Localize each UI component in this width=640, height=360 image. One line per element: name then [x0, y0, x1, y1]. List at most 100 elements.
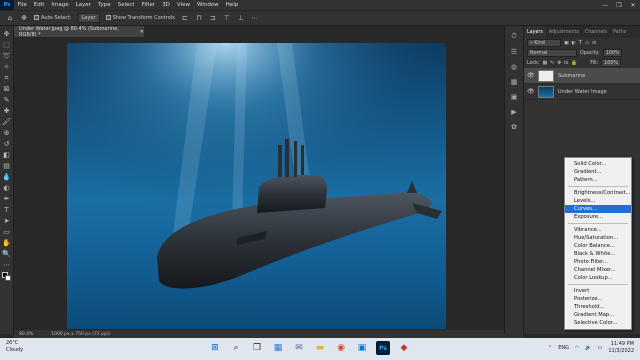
- menu-item-exposure[interactable]: Exposure...: [565, 213, 631, 221]
- menu-filter[interactable]: Filter: [138, 2, 159, 8]
- visibility-eye-icon[interactable]: 👁: [527, 88, 535, 95]
- marquee-tool-icon[interactable]: ⬚: [2, 41, 11, 49]
- clone-stamp-icon[interactable]: ⊕: [2, 129, 11, 137]
- menu-layer[interactable]: Layer: [72, 2, 94, 8]
- menu-file[interactable]: File: [14, 2, 30, 8]
- align-middle-icon[interactable]: ⊥: [237, 14, 245, 22]
- store-icon[interactable]: ▣: [355, 341, 369, 355]
- opacity-input[interactable]: 100%: [602, 49, 623, 57]
- teams-chat-icon[interactable]: ✉: [292, 341, 306, 355]
- search-icon[interactable]: ⌕: [229, 341, 243, 355]
- tab-paths[interactable]: Paths: [610, 30, 629, 35]
- filter-adjustment-icon[interactable]: ◐: [572, 41, 576, 46]
- document-info[interactable]: 1000 px x 750 px (72 ppi): [51, 332, 110, 337]
- windows-start-icon[interactable]: ⊞: [208, 341, 222, 355]
- maximize-button[interactable]: ❐: [612, 0, 626, 10]
- task-view-icon[interactable]: ❐: [250, 341, 264, 355]
- menu-item-gradient-map[interactable]: Gradient Map...: [565, 311, 631, 319]
- menu-view[interactable]: View: [173, 2, 193, 8]
- document-tab[interactable]: Under Water.jpeg @ 80.4% (Submarine, RGB…: [14, 26, 144, 38]
- menu-item-threshold[interactable]: Threshold...: [565, 303, 631, 311]
- minimize-button[interactable]: —: [598, 0, 612, 10]
- align-top-icon[interactable]: ⊤: [223, 14, 231, 22]
- photoshop-logo[interactable]: Ps: [0, 0, 14, 10]
- menu-item-curves[interactable]: Curves...: [565, 205, 631, 213]
- menu-edit[interactable]: Edit: [30, 2, 48, 8]
- widgets-icon[interactable]: ▦: [271, 341, 285, 355]
- volume-icon[interactable]: 🔊: [585, 345, 591, 351]
- weather-widget[interactable]: 26°C Cloudy: [6, 340, 23, 354]
- tab-adjustments[interactable]: Adjustments: [546, 30, 582, 35]
- blend-mode-dropdown[interactable]: Normal: [527, 49, 577, 57]
- language-indicator[interactable]: ENG: [558, 345, 569, 351]
- lock-pixels-icon[interactable]: ▦: [543, 61, 548, 66]
- filter-type-icon[interactable]: T: [579, 41, 582, 46]
- magic-wand-icon[interactable]: ✧: [2, 63, 11, 71]
- show-transform-checkbox[interactable]: Show Transform Controls: [105, 15, 175, 21]
- menu-item-brightness-contrast[interactable]: Brightness/Contrast...: [565, 189, 631, 197]
- auto-select-checkbox[interactable]: Auto-Select:: [34, 15, 72, 21]
- healing-brush-icon[interactable]: ✚: [2, 107, 11, 115]
- photoshop-taskbar-icon[interactable]: Ps: [376, 341, 390, 355]
- lock-artboard-icon[interactable]: ⊡: [564, 61, 568, 66]
- menu-item-levels[interactable]: Levels...: [565, 197, 631, 205]
- document-canvas[interactable]: [67, 43, 446, 329]
- menu-item-vibrance[interactable]: Vibrance...: [565, 226, 631, 234]
- menu-item-selective-color[interactable]: Selective Color...: [565, 319, 631, 327]
- zoom-level[interactable]: 80.4%: [19, 332, 33, 337]
- eraser-icon[interactable]: ◧: [2, 151, 11, 159]
- menu-select[interactable]: Select: [114, 2, 138, 8]
- align-right-icon[interactable]: ⊐: [209, 14, 217, 22]
- close-tab-icon[interactable]: ✕: [140, 29, 144, 35]
- distribute-icon[interactable]: ⋯: [251, 14, 259, 22]
- file-explorer-icon[interactable]: ▬: [313, 341, 327, 355]
- eyedropper-icon[interactable]: ✎: [2, 96, 11, 104]
- home-icon[interactable]: ⌂: [6, 14, 14, 22]
- chrome-icon[interactable]: ◉: [334, 341, 348, 355]
- crop-tool-icon[interactable]: ⌗: [2, 74, 11, 82]
- gradient-tool-icon[interactable]: ▤: [2, 162, 11, 170]
- filter-pixel-icon[interactable]: ▣: [564, 41, 569, 46]
- dodge-tool-icon[interactable]: ◐: [2, 184, 11, 192]
- pen-tool-icon[interactable]: ✒: [2, 195, 11, 203]
- history-icon[interactable]: ⏱: [511, 32, 516, 41]
- menu-item-channel-mixer[interactable]: Channel Mixer...: [565, 266, 631, 274]
- properties-icon[interactable]: ☰: [511, 48, 517, 56]
- lock-position-icon[interactable]: ✥: [557, 61, 561, 66]
- color-icon[interactable]: ◍: [511, 63, 517, 71]
- menu-3d[interactable]: 3D: [159, 2, 174, 8]
- lock-paint-icon[interactable]: ✎: [550, 61, 554, 66]
- menu-item-hue-saturation[interactable]: Hue/Saturation...: [565, 234, 631, 242]
- menu-type[interactable]: Type: [94, 2, 114, 8]
- tab-channels[interactable]: Channels: [582, 30, 610, 35]
- layer-row[interactable]: 👁 Under Water Image: [524, 84, 640, 100]
- menu-item-invert[interactable]: Invert: [565, 287, 631, 295]
- chevron-up-icon[interactable]: ⌃: [548, 345, 552, 351]
- wifi-icon[interactable]: ◠: [575, 345, 579, 351]
- blur-tool-icon[interactable]: 💧: [2, 173, 11, 181]
- menu-item-posterize[interactable]: Posterize...: [565, 295, 631, 303]
- menu-item-pattern[interactable]: Pattern...: [565, 176, 631, 184]
- menu-image[interactable]: Image: [48, 2, 72, 8]
- hand-tool-icon[interactable]: ✋: [2, 239, 11, 247]
- history-brush-icon[interactable]: ↺: [2, 140, 11, 148]
- filter-smart-icon[interactable]: ⊡: [592, 41, 596, 46]
- battery-icon[interactable]: ▭: [598, 345, 603, 351]
- move-tool-icon[interactable]: ✥: [20, 14, 28, 22]
- libraries-icon[interactable]: ▣: [511, 93, 518, 101]
- menu-item-solid-color[interactable]: Solid Color...: [565, 160, 631, 168]
- layer-row[interactable]: 👁 Submarine: [524, 68, 640, 84]
- menu-window[interactable]: Window: [193, 2, 222, 8]
- auto-select-dropdown[interactable]: Layer: [77, 13, 100, 23]
- menu-item-gradient[interactable]: Gradient...: [565, 168, 631, 176]
- swatches-icon[interactable]: ▦: [511, 78, 518, 86]
- color-swatches-icon[interactable]: [1, 272, 12, 282]
- menu-item-color-balance[interactable]: Color Balance...: [565, 242, 631, 250]
- tab-layers[interactable]: Layers: [524, 26, 546, 38]
- align-center-icon[interactable]: ⊓: [195, 14, 203, 22]
- type-tool-icon[interactable]: T: [2, 206, 11, 214]
- align-left-icon[interactable]: ⊏: [181, 14, 189, 22]
- move-tool-icon[interactable]: ✥: [2, 30, 11, 38]
- lock-all-icon[interactable]: 🔒: [571, 61, 577, 66]
- actions-icon[interactable]: ▶: [511, 108, 516, 116]
